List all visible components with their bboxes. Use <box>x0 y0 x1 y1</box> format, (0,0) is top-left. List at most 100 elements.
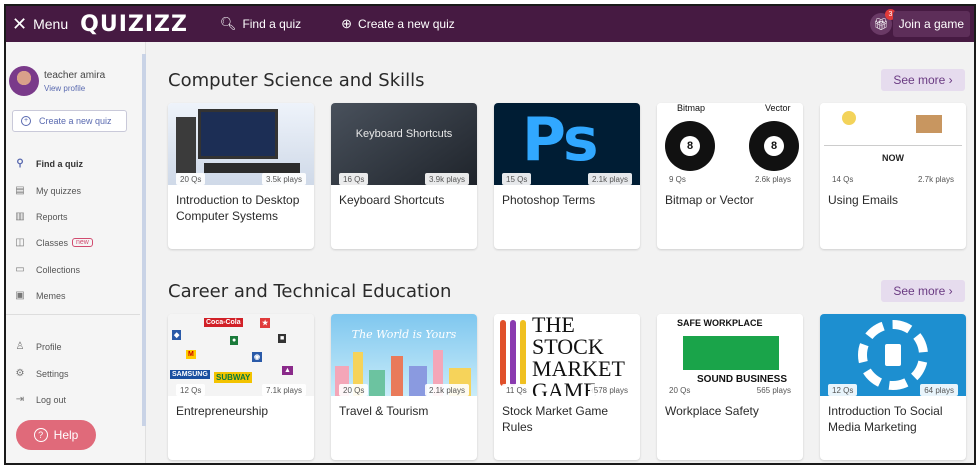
color-bar <box>520 320 526 386</box>
brand-logo: SAMSUNG <box>170 370 210 379</box>
question-icon: ? <box>33 428 48 442</box>
building-graphic <box>369 370 385 396</box>
find-quiz-link[interactable]: 🔍︎ Find a quiz <box>220 16 301 32</box>
quiz-card[interactable]: NOW 14 Qs 2.7k plays Using Emails <box>820 103 966 249</box>
sidebar-item-label: Reports <box>36 211 68 222</box>
play-count: 2.6k plays <box>750 173 795 185</box>
thumbnail-text: SAFE WORKPLACE <box>677 318 763 328</box>
bar-chart-icon: ▥ <box>15 211 25 222</box>
quiz-title: Using Emails <box>828 193 899 207</box>
sidebar-item-label: Find a quiz <box>36 158 83 169</box>
quiz-title: Keyboard Shortcuts <box>339 193 445 207</box>
folder-icon: ▭ <box>15 264 25 275</box>
quiz-card[interactable]: Coca‑Cola ★ ◆ ● ■ M ◉ SAMSUNG SUBWAY ▲ 1… <box>168 314 314 460</box>
sidebar-item-label: Classes <box>36 237 69 248</box>
quiz-title: Stock Market Game Rules <box>502 404 609 434</box>
phone-graphic <box>885 344 901 366</box>
question-count: 16 Qs <box>339 173 369 185</box>
play-count: 7.1k plays <box>261 384 306 396</box>
factory-graphic <box>683 336 779 370</box>
document-icon: ▤ <box>15 185 25 196</box>
sidebar-item-label: Collections <box>36 264 81 275</box>
quiz-card[interactable]: Keyboard Shortcuts 16 Qs 3.9k plays Keyb… <box>331 103 477 249</box>
building-graphic <box>391 356 403 396</box>
panel-divider <box>824 145 962 146</box>
create-quiz-button-label: Create a new quiz <box>39 116 112 126</box>
thumbnail-text: Keyboard Shortcuts <box>355 128 453 140</box>
find-quiz-label: Find a quiz <box>242 17 302 31</box>
sidebar-item-profile[interactable]: ♙ Profile <box>14 341 62 352</box>
sidebar-item-collections[interactable]: ▭ Collections <box>14 264 80 275</box>
question-count: 9 Qs <box>665 173 690 185</box>
quiz-card[interactable]: The World is Yours 20 Qs 2.1k plays Trav… <box>331 314 477 460</box>
brand-logo: ● <box>230 336 239 345</box>
top-bar: ✕ Menu QUIZIZZ 🔍︎ Find a quiz ⊕ Create a… <box>6 6 974 42</box>
question-count: 11 Qs <box>502 384 531 396</box>
help-button[interactable]: ? Help <box>16 420 96 450</box>
sidebar-item-label: Log out <box>36 394 67 405</box>
view-profile-link[interactable]: View profile <box>44 84 85 93</box>
quiz-card[interactable]: SAFE WORKPLACE SOUND BUSINESS 20 Qs 565 … <box>657 314 803 460</box>
question-count: 20 Qs <box>176 173 206 185</box>
sidebar: teacher amira View profile + Create a ne… <box>6 42 146 463</box>
sidebar-item-label: Profile <box>36 341 62 352</box>
image-icon: ▣ <box>15 290 25 301</box>
sidebar-item-memes[interactable]: ▣ Memes <box>14 290 65 301</box>
quiz-card[interactable]: THE STOCK MARKET GAME 11 Qs 578 plays St… <box>494 314 640 460</box>
plus-circle-icon: ⊕ <box>341 16 353 31</box>
brand-logo: Coca‑Cola <box>204 318 243 327</box>
brand-logo: ◆ <box>172 330 182 340</box>
play-count: 3.9k plays <box>424 173 469 185</box>
question-count: 20 Qs <box>665 384 695 396</box>
question-count: 12 Qs <box>176 384 206 396</box>
monitor-graphic <box>198 109 278 159</box>
sidebar-item-logout[interactable]: ⇥ Log out <box>14 394 66 405</box>
photoshop-logo: Ps <box>522 105 599 175</box>
thumbnail-text: The World is Yours <box>351 328 457 341</box>
sidebar-item-classes[interactable]: ◫ Classes new <box>14 237 93 248</box>
play-count: 2.1k plays <box>587 173 632 185</box>
quiz-card[interactable]: 20 Qs 3.5k plays Introduction to Desktop… <box>168 103 314 249</box>
menu-button[interactable]: ✕ Menu <box>12 15 68 33</box>
see-more-button[interactable]: See more › <box>881 280 965 302</box>
quiz-title: Entrepreneurship <box>176 404 269 418</box>
sidebar-item-label: My quizzes <box>36 185 82 196</box>
brand-logo: ◉ <box>252 352 263 362</box>
quiz-card[interactable]: Ps 15 Qs 2.1k plays Photoshop Terms <box>494 103 640 249</box>
gift-button[interactable]: 🎁︎ 3 <box>870 9 896 35</box>
join-game-button[interactable]: Join a game <box>892 11 970 37</box>
brand-logo: SUBWAY <box>214 372 253 383</box>
search-icon: 🔍︎ <box>219 16 237 31</box>
gear-icon: ⚙ <box>15 368 25 379</box>
see-more-button[interactable]: See more › <box>881 69 965 91</box>
sidebar-item-find-quiz[interactable]: ⚲ Find a quiz <box>14 158 83 169</box>
brand-logo: ★ <box>260 318 271 328</box>
play-count: 3.5k plays <box>261 173 306 185</box>
search-icon: ⚲ <box>16 158 24 169</box>
vector-label: Vector <box>765 103 791 113</box>
new-badge: new <box>72 238 93 247</box>
play-count: 578 plays <box>589 384 632 396</box>
ball-number: 8 <box>764 136 784 156</box>
sidebar-item-my-quizzes[interactable]: ▤ My quizzes <box>14 185 81 196</box>
quiz-card[interactable]: Bitmap Vector 8 8 9 Qs 2.6k plays Bitmap… <box>657 103 803 249</box>
ball-number: 8 <box>680 136 700 156</box>
app-window: ✕ Menu QUIZIZZ 🔍︎ Find a quiz ⊕ Create a… <box>4 4 976 465</box>
gift-icon: 🎁︎ <box>873 17 889 31</box>
section-title: Career and Technical Education <box>168 281 452 302</box>
sidebar-scrollbar[interactable] <box>142 54 146 426</box>
avatar[interactable] <box>9 66 39 96</box>
package-graphic <box>916 115 942 133</box>
quiz-card[interactable]: 12 Qs 64 plays Introduction To Social Me… <box>820 314 966 460</box>
sidebar-item-settings[interactable]: ⚙ Settings <box>14 368 69 379</box>
sidebar-item-label: Settings <box>36 368 69 379</box>
create-quiz-link[interactable]: ⊕ Create a new quiz <box>341 16 455 32</box>
quiz-title: Bitmap or Vector <box>665 193 754 207</box>
play-count: 64 plays <box>920 384 958 396</box>
quizizz-logo[interactable]: QUIZIZZ <box>80 12 188 37</box>
user-icon: ♙ <box>15 341 25 352</box>
sidebar-item-reports[interactable]: ▥ Reports <box>14 211 68 222</box>
create-quiz-button[interactable]: + Create a new quiz <box>12 110 127 132</box>
quiz-title: Workplace Safety <box>665 404 759 418</box>
brand-logo: M <box>186 350 196 359</box>
